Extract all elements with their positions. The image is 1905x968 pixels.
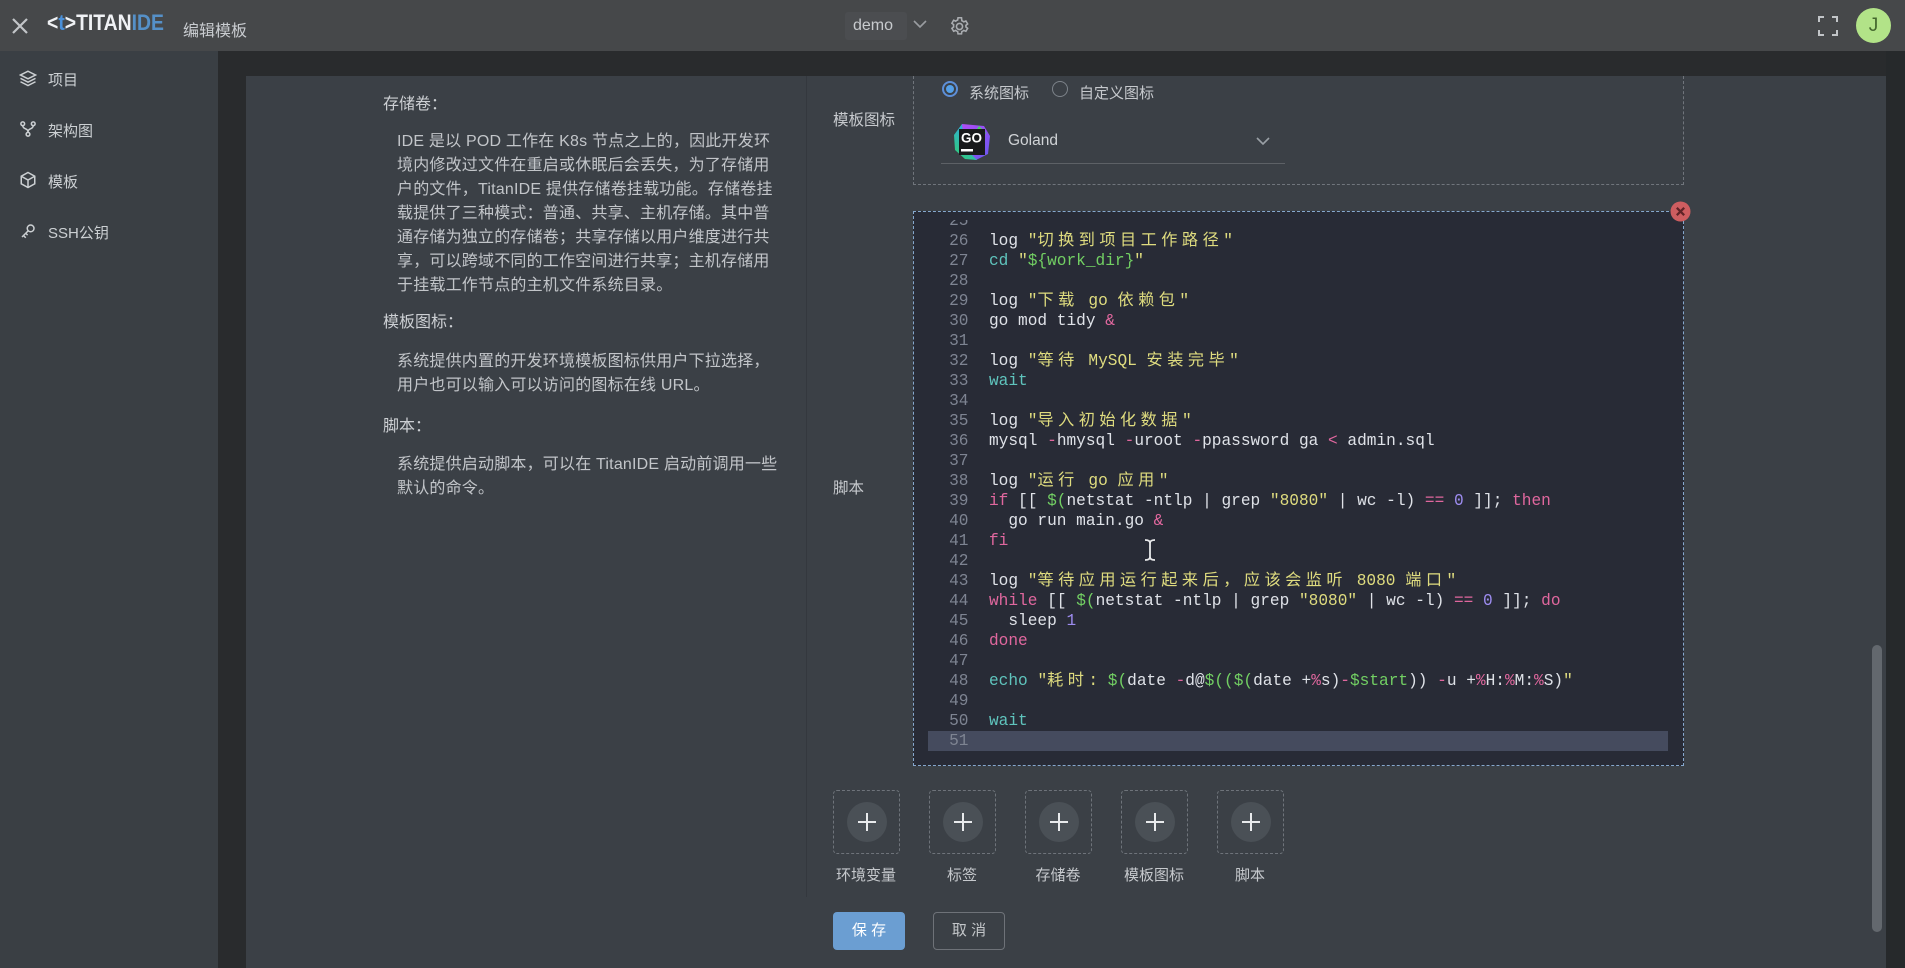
svg-text:GO: GO [961, 131, 982, 146]
